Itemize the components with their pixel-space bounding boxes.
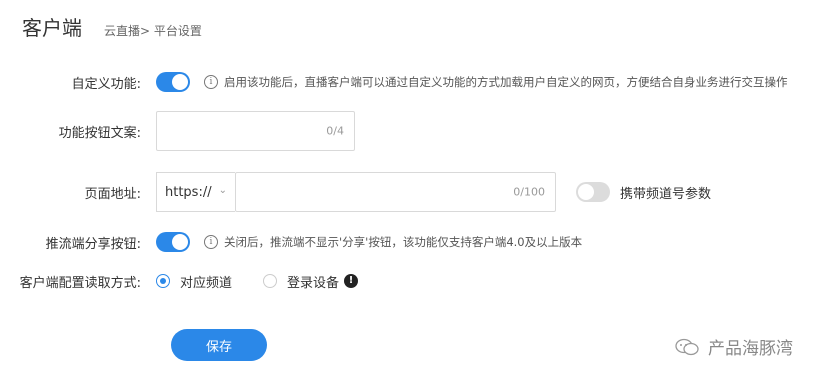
radio-device[interactable] bbox=[263, 274, 278, 288]
wechat-icon bbox=[675, 338, 699, 355]
page-title: 客户端 bbox=[22, 16, 82, 40]
info-icon: i bbox=[204, 75, 218, 89]
chevron-down-icon: ⌄ bbox=[218, 185, 227, 196]
custom-feature-row: 自定义功能: i 启用该功能后，直播客户端可以通过自定义功能的方式加载用户自定义… bbox=[0, 71, 838, 93]
read-mode-label: 客户端配置读取方式: bbox=[19, 275, 141, 291]
page-header: 客户端 云直播> 平台设置 bbox=[22, 12, 202, 40]
share-button-info-text: 关闭后，推流端不显示'分享'按钮，该功能仅支持客户端4.0及以上版本 bbox=[224, 235, 583, 249]
watermark-text: 产品海豚湾 bbox=[708, 339, 793, 359]
button-text-counter: 0/4 bbox=[326, 124, 344, 138]
radio-device-label: 登录设备 bbox=[287, 275, 340, 291]
breadcrumb[interactable]: 云直播> 平台设置 bbox=[104, 22, 202, 39]
share-button-toggle[interactable] bbox=[156, 232, 190, 252]
share-button-info: i 关闭后，推流端不显示'分享'按钮，该功能仅支持客户端4.0及以上版本 bbox=[204, 234, 582, 250]
button-text-input[interactable]: 0/4 bbox=[156, 111, 355, 151]
button-text-row: 功能按钮文案: 0/4 bbox=[0, 111, 838, 151]
toggle-knob bbox=[578, 184, 594, 200]
toggle-knob bbox=[172, 74, 188, 90]
radio-channel-label: 对应频道 bbox=[180, 275, 233, 291]
watermark: 产品海豚湾 bbox=[674, 334, 793, 359]
page-url-row: 页面地址: https:// ⌄ 0/100 携带频道号参数 bbox=[0, 172, 838, 212]
carry-channel-toggle[interactable] bbox=[576, 182, 610, 202]
radio-option-channel[interactable]: 对应频道 bbox=[156, 272, 232, 291]
info-icon: i bbox=[204, 235, 218, 249]
custom-feature-toggle[interactable] bbox=[156, 72, 190, 92]
page-url-input[interactable]: 0/100 bbox=[235, 172, 556, 212]
custom-feature-info: i 启用该功能后，直播客户端可以通过自定义功能的方式加载用户自定义的网页，方便结… bbox=[204, 74, 788, 90]
protocol-value: https:// bbox=[165, 184, 212, 200]
page-url-counter: 0/100 bbox=[513, 185, 545, 199]
save-button[interactable]: 保存 bbox=[171, 329, 267, 361]
share-button-row: 推流端分享按钮: i 关闭后，推流端不显示'分享'按钮，该功能仅支持客户端4.0… bbox=[0, 231, 838, 253]
read-mode-row: 客户端配置读取方式: 对应频道 登录设备 ! bbox=[0, 270, 838, 292]
toggle-knob bbox=[172, 234, 188, 250]
radio-channel[interactable] bbox=[156, 274, 170, 288]
button-text-label: 功能按钮文案: bbox=[58, 125, 141, 141]
custom-feature-info-text: 启用该功能后，直播客户端可以通过自定义功能的方式加载用户自定义的网页，方便结合自… bbox=[224, 75, 788, 89]
warning-icon[interactable]: ! bbox=[344, 274, 359, 288]
page-url-label: 页面地址: bbox=[84, 186, 141, 202]
share-button-label: 推流端分享按钮: bbox=[45, 236, 141, 252]
custom-feature-label: 自定义功能: bbox=[71, 76, 141, 92]
protocol-select[interactable]: https:// ⌄ bbox=[156, 172, 235, 212]
radio-option-device[interactable]: 登录设备 ! bbox=[263, 272, 359, 291]
carry-channel-label: 携带频道号参数 bbox=[620, 186, 712, 202]
